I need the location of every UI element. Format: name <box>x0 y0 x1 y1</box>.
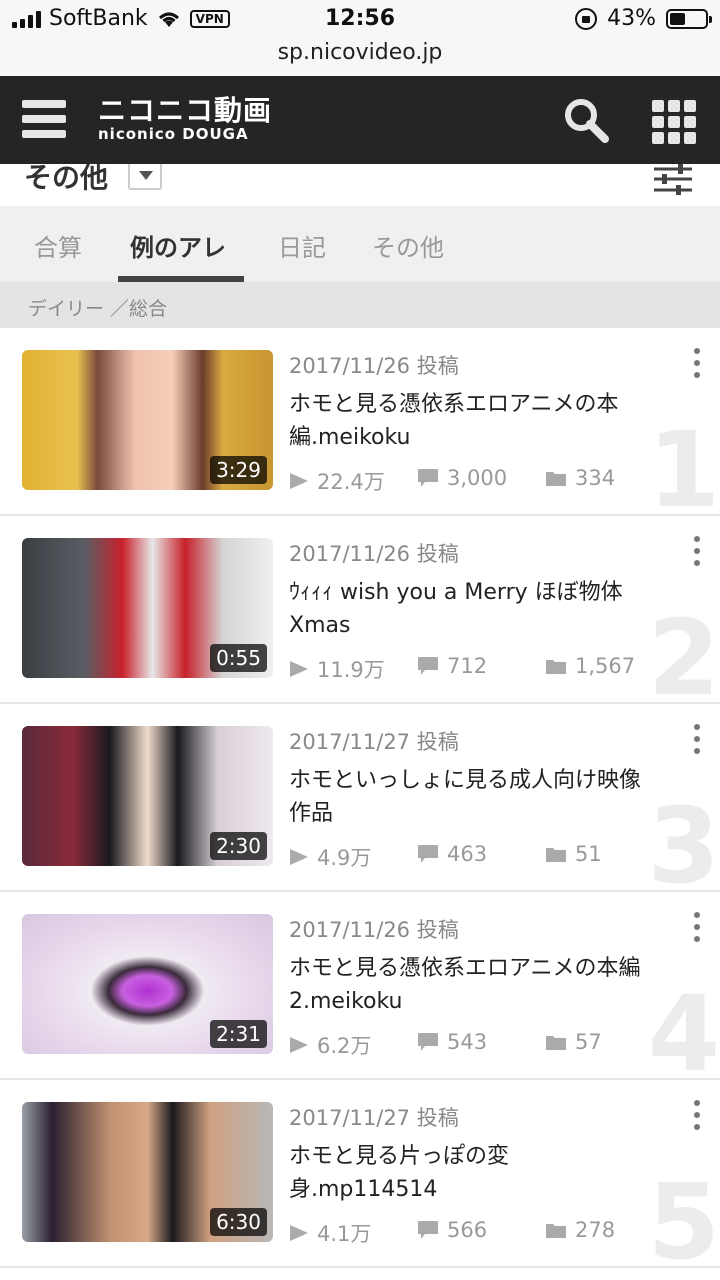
mylist-folder-icon <box>546 1036 566 1050</box>
logo-en-text: niconico DOUGA <box>98 125 249 143</box>
rank-number: 3 <box>647 785 720 892</box>
rank-number: 2 <box>647 597 720 704</box>
url-bar[interactable]: sp.nicovideo.jp <box>0 36 720 76</box>
genre-tabs: 合算 例のアレ 日記 その他 <box>0 206 720 282</box>
comment-icon <box>418 845 438 863</box>
play-icon <box>290 849 308 865</box>
video-duration: 3:29 <box>210 456 267 484</box>
more-options-icon[interactable] <box>690 912 704 952</box>
video-duration: 2:30 <box>210 832 267 860</box>
play-icon <box>290 661 308 677</box>
rank-number: 4 <box>647 973 720 1080</box>
video-thumbnail[interactable]: 6:30 <box>22 1102 273 1242</box>
comment-icon <box>418 657 438 675</box>
video-thumbnail[interactable]: 3:29 <box>22 350 273 490</box>
video-title[interactable]: ホモといっしょに見る成人向け映像作品 <box>289 764 654 830</box>
post-date: 2017/11/27 投稿 <box>289 1106 459 1130</box>
comment-count: 463 <box>447 842 488 866</box>
post-date: 2017/11/26 投稿 <box>289 918 459 942</box>
rank-number: 5 <box>647 1161 720 1268</box>
rank-number: 1 <box>647 409 720 516</box>
battery-icon <box>666 8 712 29</box>
rotation-lock-icon <box>575 7 598 30</box>
video-title[interactable]: ｳｨｨｨ wish you a Merry ほぼ物体Xmas <box>289 576 654 642</box>
app-header: ニコニコ動画 niconico DOUGA <box>0 76 720 164</box>
play-icon <box>290 473 308 489</box>
comment-count: 566 <box>447 1218 488 1242</box>
mylist-folder-icon <box>546 848 566 862</box>
breadcrumb: デイリー ／総合 <box>0 282 720 328</box>
mylist-folder-icon <box>546 472 566 486</box>
post-date: 2017/11/26 投稿 <box>289 354 459 378</box>
video-title[interactable]: ホモと見る憑依系エロアニメの本編.meikoku <box>289 388 654 454</box>
video-duration: 2:31 <box>210 1020 267 1048</box>
video-list-item[interactable]: 6:30 2017/11/27 投稿 ホモと見る片っぽの変身.mp114514 … <box>0 1080 720 1268</box>
video-title[interactable]: ホモと見る片っぽの変身.mp114514 <box>289 1140 654 1206</box>
video-thumbnail[interactable]: 2:31 <box>22 914 273 1054</box>
tab-total[interactable]: 合算 <box>34 228 82 263</box>
post-date: 2017/11/26 投稿 <box>289 542 459 566</box>
more-options-icon[interactable] <box>690 348 704 388</box>
view-count: 6.2万 <box>317 1034 372 1058</box>
logo-jp-text: ニコニコ動画 <box>98 94 273 127</box>
menu-button[interactable] <box>22 100 66 140</box>
more-options-icon[interactable] <box>690 1100 704 1140</box>
url-text: sp.nicovideo.jp <box>277 40 443 65</box>
comment-icon <box>418 469 438 487</box>
view-count: 4.9万 <box>317 846 372 870</box>
mylist-count: 51 <box>575 842 602 866</box>
hamburger-icon <box>22 100 66 108</box>
video-list-item[interactable]: 2:30 2017/11/27 投稿 ホモといっしょに見る成人向け映像作品 4.… <box>0 704 720 892</box>
video-thumbnail[interactable]: 2:30 <box>22 726 273 866</box>
status-bar: SoftBank VPN 12:56 43% <box>0 0 720 40</box>
video-duration: 0:55 <box>210 644 267 672</box>
more-options-icon[interactable] <box>690 724 704 764</box>
view-count: 11.9万 <box>317 658 385 682</box>
mylist-count: 1,567 <box>575 654 636 678</box>
mylist-folder-icon <box>546 1224 566 1238</box>
play-icon <box>290 1037 308 1053</box>
play-icon <box>290 1225 308 1241</box>
video-list-item[interactable]: 0:55 2017/11/26 投稿 ｳｨｨｨ wish you a Merry… <box>0 516 720 704</box>
category-title: その他 <box>24 164 109 194</box>
video-duration: 6:30 <box>210 1208 267 1236</box>
video-title[interactable]: ホモと見る憑依系エロアニメの本編2.meikoku <box>289 952 654 1018</box>
comment-count: 543 <box>447 1030 488 1054</box>
comment-count: 712 <box>447 654 488 678</box>
comment-icon <box>418 1221 438 1239</box>
apps-grid-icon[interactable] <box>652 100 696 144</box>
category-dropdown-button[interactable] <box>128 164 162 190</box>
ranking-list: 3:29 2017/11/26 投稿 ホモと見る憑依系エロアニメの本編.meik… <box>0 328 720 1268</box>
category-filter-row: その他 <box>0 164 720 206</box>
mylist-folder-icon <box>546 660 566 674</box>
post-date: 2017/11/27 投稿 <box>289 730 459 754</box>
battery-percent: 43% <box>607 6 656 31</box>
search-icon[interactable] <box>562 96 610 144</box>
mylist-count: 278 <box>575 1218 616 1242</box>
filter-sliders-icon[interactable] <box>652 164 694 198</box>
tab-diary[interactable]: 日記 <box>278 228 326 263</box>
comment-icon <box>418 1033 438 1051</box>
view-count: 22.4万 <box>317 470 385 494</box>
mylist-count: 334 <box>575 466 616 490</box>
mylist-count: 57 <box>575 1030 602 1054</box>
comment-count: 3,000 <box>447 466 508 490</box>
more-options-icon[interactable] <box>690 536 704 576</box>
video-list-item[interactable]: 3:29 2017/11/26 投稿 ホモと見る憑依系エロアニメの本編.meik… <box>0 328 720 516</box>
niconico-logo[interactable]: ニコニコ動画 niconico DOUGA <box>98 94 273 143</box>
video-thumbnail[interactable]: 0:55 <box>22 538 273 678</box>
video-list-item[interactable]: 2:31 2017/11/26 投稿 ホモと見る憑依系エロアニメの本編2.mei… <box>0 892 720 1080</box>
tab-reinoare[interactable]: 例のアレ <box>130 228 226 263</box>
view-count: 4.1万 <box>317 1222 372 1246</box>
tab-other[interactable]: その他 <box>372 228 444 263</box>
